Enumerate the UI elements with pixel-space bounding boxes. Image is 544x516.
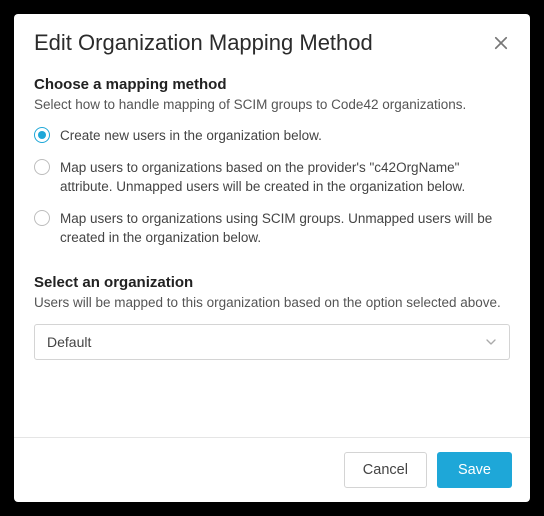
mapping-option-scim-groups[interactable]: Map users to organizations using SCIM gr… <box>34 209 510 248</box>
mapping-radio-group: Create new users in the organization bel… <box>34 126 510 248</box>
dialog-header: Edit Organization Mapping Method <box>14 14 530 70</box>
org-description: Users will be mapped to this organizatio… <box>34 295 510 310</box>
organization-select-value: Default <box>47 334 91 350</box>
mapping-description: Select how to handle mapping of SCIM gro… <box>34 97 510 112</box>
save-button[interactable]: Save <box>437 452 512 488</box>
edit-org-mapping-dialog: Edit Organization Mapping Method Choose … <box>14 14 530 502</box>
org-heading: Select an organization <box>34 274 510 291</box>
dialog-title: Edit Organization Mapping Method <box>34 30 373 56</box>
radio-icon <box>34 127 50 143</box>
chevron-down-icon <box>483 334 499 350</box>
mapping-heading: Choose a mapping method <box>34 76 510 93</box>
mapping-option-create-new[interactable]: Create new users in the organization bel… <box>34 126 510 146</box>
dialog-body: Choose a mapping method Select how to ha… <box>14 70 530 437</box>
radio-label: Create new users in the organization bel… <box>60 126 322 146</box>
radio-icon <box>34 210 50 226</box>
radio-label: Map users to organizations using SCIM gr… <box>60 209 510 248</box>
organization-select[interactable]: Default <box>34 324 510 360</box>
cancel-button[interactable]: Cancel <box>344 452 427 488</box>
dialog-footer: Cancel Save <box>14 437 530 502</box>
mapping-option-c42orgname[interactable]: Map users to organizations based on the … <box>34 158 510 197</box>
radio-icon <box>34 159 50 175</box>
close-icon[interactable] <box>492 34 510 52</box>
radio-label: Map users to organizations based on the … <box>60 158 510 197</box>
